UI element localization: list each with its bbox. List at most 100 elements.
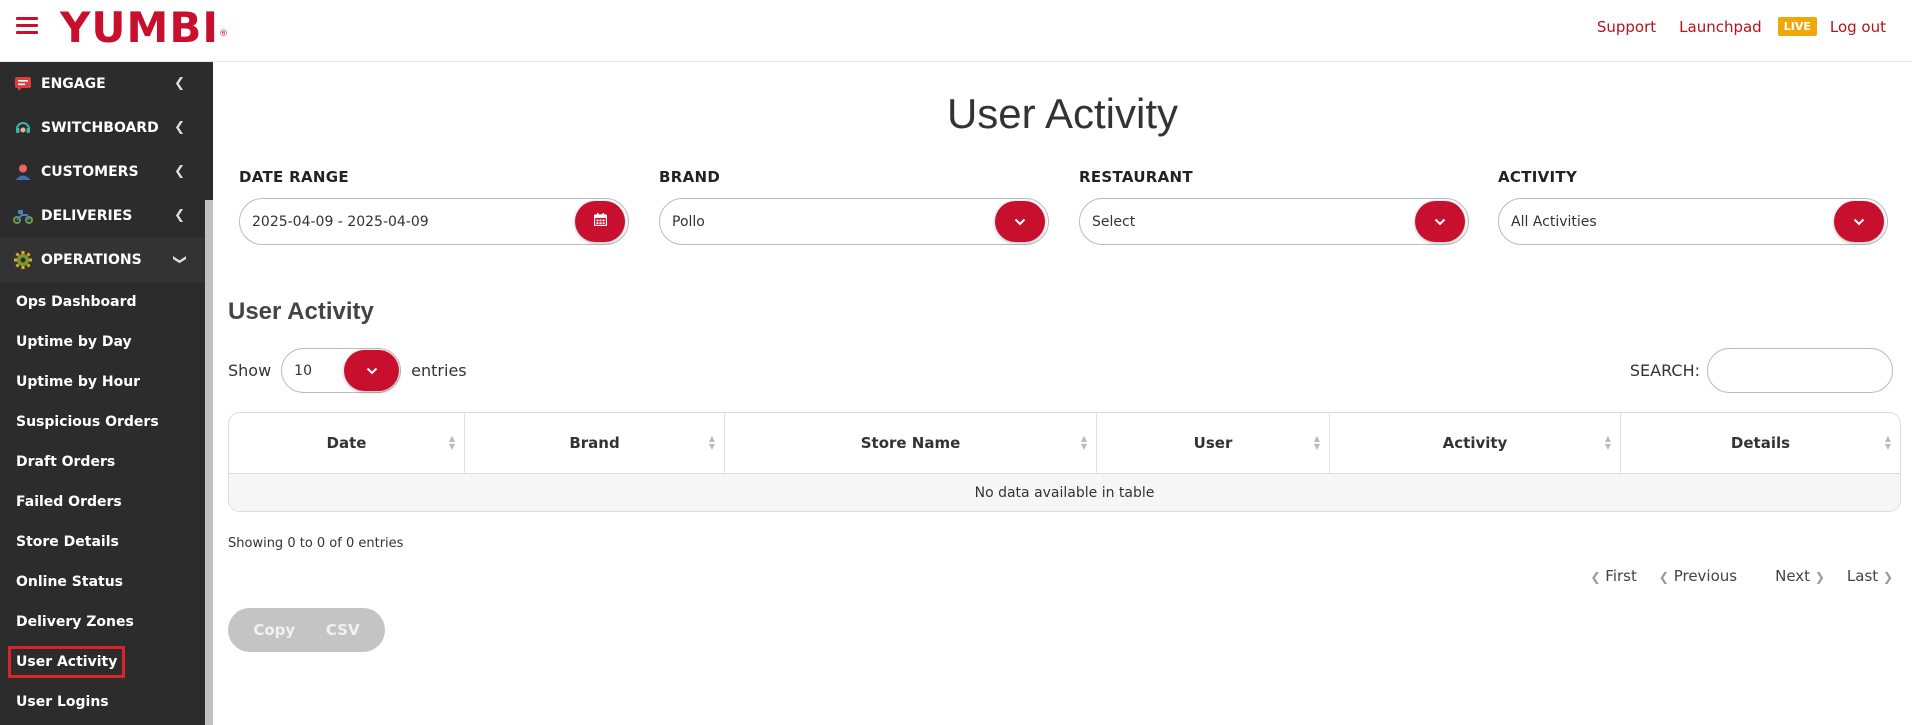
sidebar-item-store-details[interactable]: Store Details [0,522,213,562]
column-header-details[interactable]: Details ▲ ▼ [1621,413,1900,473]
chevron-left-icon: ❮ [174,76,185,91]
column-header-brand[interactable]: Brand ▲ ▼ [465,413,725,473]
chevron-down-icon [366,363,378,379]
column-header-store-name[interactable]: Store Name ▲ ▼ [725,413,1097,473]
page-length-select[interactable]: 10 [281,348,402,393]
user-activity-table: Date ▲ ▼ Brand ▲ ▼ Store Name ▲ ▼ User ▲ ▼ Activ… [228,412,1901,512]
chevron-left-icon: ❮ [1658,570,1669,584]
yumbi-logo[interactable]: YUMBI® [60,4,229,52]
chevron-down-icon [1014,214,1026,230]
sidebar-section-customers[interactable]: CUSTOMERS ❮ [0,150,213,194]
activity-dropdown-button[interactable] [1834,201,1884,242]
date-range-value: 2025-04-09 - 2025-04-09 [252,213,429,230]
restaurant-filter: RESTAURANT Select [1079,168,1469,245]
sidebar-item-uptime-by-hour[interactable]: Uptime by Hour [0,362,213,402]
chevron-left-icon: ❮ [174,208,185,223]
headset-icon [13,119,33,137]
empty-table-message: No data available in table [229,474,1900,511]
top-bar: YUMBI® Support Launchpad LIVE Log out [0,0,1912,62]
live-badge: LIVE [1777,17,1817,36]
sidebar-section-switchboard[interactable]: SWITCHBOARD ❮ [0,106,213,150]
table-search: SEARCH: [1630,348,1893,393]
main-content: User Activity DATE RANGE 2025-04-09 - 20… [213,62,1912,725]
last-page-button[interactable]: Last ❯ [1847,567,1893,585]
table-info: Showing 0 to 0 of 0 entries [228,536,404,551]
sort-icon: ▲ ▼ [1884,434,1891,451]
previous-page-button[interactable]: ❮ Previous [1659,567,1737,585]
activity-label: ACTIVITY [1498,168,1578,186]
sort-icon: ▲ ▼ [1604,434,1611,451]
page-title: User Activity [946,90,1179,137]
activity-value: All Activities [1511,213,1597,230]
user-icon [13,163,33,181]
brand-label: BRAND [659,168,721,186]
sidebar-item-ops-dashboard[interactable]: Ops Dashboard [0,282,213,322]
sort-icon: ▲ ▼ [1313,434,1320,451]
chevron-left-icon: ❮ [1590,570,1601,584]
chevron-down-icon: ❮ [172,254,188,265]
launchpad-link[interactable]: Launchpad [1679,18,1762,36]
sort-icon: ▲ ▼ [448,434,455,451]
activity-select[interactable]: All Activities [1498,198,1888,245]
brand-dropdown-button[interactable] [995,201,1045,242]
calendar-icon [593,213,607,230]
chevron-left-icon: ❮ [174,120,185,135]
column-header-date[interactable]: Date ▲ ▼ [229,413,465,473]
activity-filter: ACTIVITY All Activities [1498,168,1888,245]
sidebar-section-label: SWITCHBOARD [41,120,159,136]
csv-button[interactable]: CSV [326,621,360,639]
sort-icon: ▲ ▼ [1080,434,1087,451]
column-header-activity[interactable]: Activity ▲ ▼ [1330,413,1621,473]
page-length-value: 10 [294,362,312,379]
search-input[interactable] [1707,348,1893,393]
hamburger-menu-icon[interactable] [16,17,38,35]
brand-value: Pollo [672,213,705,230]
sidebar-section-label: DELIVERIES [41,208,133,224]
first-page-button[interactable]: ❮ First [1590,567,1636,585]
brand-filter: BRAND Pollo [659,168,1049,245]
restaurant-dropdown-button[interactable] [1415,201,1465,242]
table-section-title: User Activity [228,298,374,325]
chevron-down-icon [1434,214,1446,230]
pagination: ❮ First ❮ Previous Next ❯ Last ❯ [1568,567,1893,585]
sidebar-section-label: CUSTOMERS [41,164,139,180]
entries-label: entries [411,361,467,380]
calendar-button[interactable] [575,201,625,242]
sidebar-item-online-status[interactable]: Online Status [0,562,213,602]
sidebar-item-user-activity[interactable]: User Activity [0,642,213,682]
sort-icon: ▲ ▼ [708,434,715,451]
chevron-right-icon: ❯ [1814,570,1825,584]
sidebar-section-operations[interactable]: OPERATIONS ❮ [0,238,213,282]
sidebar-section-engage[interactable]: ENGAGE ❮ [0,62,213,106]
copy-button[interactable]: Copy [253,621,295,639]
table-header-row: Date ▲ ▼ Brand ▲ ▼ Store Name ▲ ▼ User ▲ ▼ Activ… [229,413,1900,474]
restaurant-label: RESTAURANT [1079,168,1193,186]
sidebar-scroll-thumb[interactable] [205,200,213,725]
page-length-control: Show 10 entries [228,348,467,393]
chevron-right-icon: ❯ [1882,570,1893,584]
sidebar-item-draft-orders[interactable]: Draft Orders [0,442,213,482]
logout-link[interactable]: Log out [1830,18,1886,36]
sidebar-scrollbar[interactable] [205,62,213,725]
date-range-filter: DATE RANGE 2025-04-09 - 2025-04-09 [239,168,629,245]
page-length-dropdown-button[interactable] [344,350,400,391]
sidebar-item-failed-orders[interactable]: Failed Orders [0,482,213,522]
chevron-down-icon [1853,214,1865,230]
restaurant-select[interactable]: Select [1079,198,1469,245]
gear-icon [13,251,33,269]
sidebar-item-suspicious-orders[interactable]: Suspicious Orders [0,402,213,442]
date-range-field[interactable]: 2025-04-09 - 2025-04-09 [239,198,629,245]
brand-select[interactable]: Pollo [659,198,1049,245]
date-range-label: DATE RANGE [239,168,349,186]
show-label: Show [228,361,272,380]
chevron-left-icon: ❮ [174,164,185,179]
next-page-button[interactable]: Next ❯ [1775,567,1825,585]
column-header-user[interactable]: User ▲ ▼ [1097,413,1330,473]
sidebar-section-deliveries[interactable]: DELIVERIES ❮ [0,194,213,238]
sidebar-item-user-logins[interactable]: User Logins [0,682,213,722]
scooter-icon [13,207,33,225]
sidebar-item-uptime-by-day[interactable]: Uptime by Day [0,322,213,362]
sidebar-section-label: OPERATIONS [41,252,142,268]
support-link[interactable]: Support [1597,18,1656,36]
sidebar-item-delivery-zones[interactable]: Delivery Zones [0,602,213,642]
